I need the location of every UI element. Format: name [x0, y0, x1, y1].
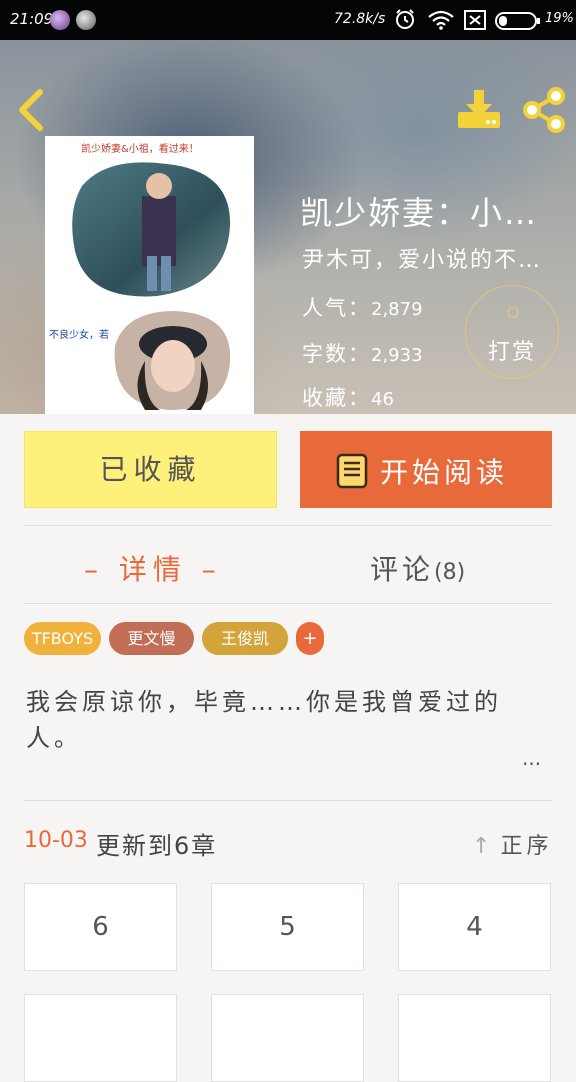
collected-button[interactable]: 已收藏 [24, 431, 277, 508]
word-count-label: 字数： [302, 342, 371, 366]
app-notification-icon [76, 10, 96, 30]
popularity-stat: 人气：2,879 [302, 292, 423, 322]
download-icon[interactable] [456, 88, 502, 132]
book-header: 凯少娇妻&小祖，看过来！ 不良少女，若 凯少娇妻：小… 尹木可，爱小说的不… 人… [0, 40, 576, 414]
favorites-value: 46 [371, 389, 394, 410]
chapter-cell[interactable] [398, 994, 551, 1082]
chapter-cell[interactable] [24, 994, 177, 1082]
divider [24, 525, 552, 526]
chevron-left-icon[interactable] [12, 88, 52, 132]
expand-summary-button[interactable]: ··· [522, 752, 541, 776]
cover-photo-top [72, 162, 231, 297]
start-reading-button[interactable]: 开始阅读 [300, 431, 552, 508]
favorites-label: 收藏： [302, 386, 371, 410]
chapter-cell[interactable]: 6 [24, 883, 177, 971]
popularity-value: 2,879 [371, 299, 423, 320]
cover-photo-bottom [114, 311, 231, 410]
sort-order-button[interactable]: ↑ 正序 [472, 828, 552, 860]
app-notification-icon [50, 10, 70, 30]
no-sim-icon [464, 10, 486, 30]
chapter-cell[interactable] [211, 994, 364, 1082]
word-count-stat: 字数：2,933 [302, 338, 423, 368]
tag-item[interactable]: 王俊凯 [202, 622, 288, 655]
tag-item[interactable]: TFBOYS [24, 622, 101, 655]
battery-icon [495, 12, 540, 30]
update-info: 更新到6章 [96, 832, 218, 860]
arrow-up-icon: ↑ [472, 834, 495, 859]
tab-comments-label: 评论 [370, 553, 435, 586]
battery-percent: 19% [545, 11, 574, 26]
book-summary: 我会原谅你，毕竟……你是我曾爱过的人。 [26, 688, 502, 752]
sort-order-label: 正序 [500, 834, 553, 859]
add-tag-button[interactable]: + [296, 622, 324, 655]
cover-caption: 不良少女，若 [49, 330, 109, 341]
share-icon[interactable] [520, 86, 568, 134]
status-bar: 21:09 72.8k/s 19% [0, 0, 576, 40]
word-count-value: 2,933 [371, 345, 423, 366]
wifi-icon [428, 10, 454, 30]
start-reading-label: 开始阅读 [380, 456, 509, 489]
tab-comments[interactable]: 评论(8) [370, 548, 465, 588]
alarm-icon [396, 9, 414, 29]
divider [24, 800, 552, 801]
update-date: 10-03 [24, 828, 88, 853]
tag-item[interactable]: 更文慢 [109, 622, 194, 655]
reward-label: 打赏 [487, 340, 536, 365]
chapter-cell[interactable]: 4 [398, 883, 551, 971]
book-icon [336, 453, 368, 489]
comments-count: (8) [434, 560, 466, 585]
status-time: 21:09 [10, 10, 54, 28]
network-speed: 72.8k/s [334, 11, 386, 27]
coin-icon: ○ [507, 304, 520, 320]
book-title: 凯少娇妻：小… [300, 194, 539, 232]
chapter-cell[interactable]: 5 [211, 883, 364, 971]
cover-caption: 凯少娇妻&小祖，看过来！ [81, 144, 199, 155]
reward-button[interactable]: ○ 打赏 [465, 285, 559, 379]
book-cover[interactable]: 凯少娇妻&小祖，看过来！ 不良少女，若 [45, 136, 254, 414]
popularity-label: 人气： [302, 296, 371, 320]
favorites-stat: 收藏：46 [302, 382, 394, 412]
divider [24, 603, 552, 604]
book-author[interactable]: 尹木可，爱小说的不… [302, 242, 572, 274]
tab-detail[interactable]: – 详情 – [84, 548, 222, 588]
